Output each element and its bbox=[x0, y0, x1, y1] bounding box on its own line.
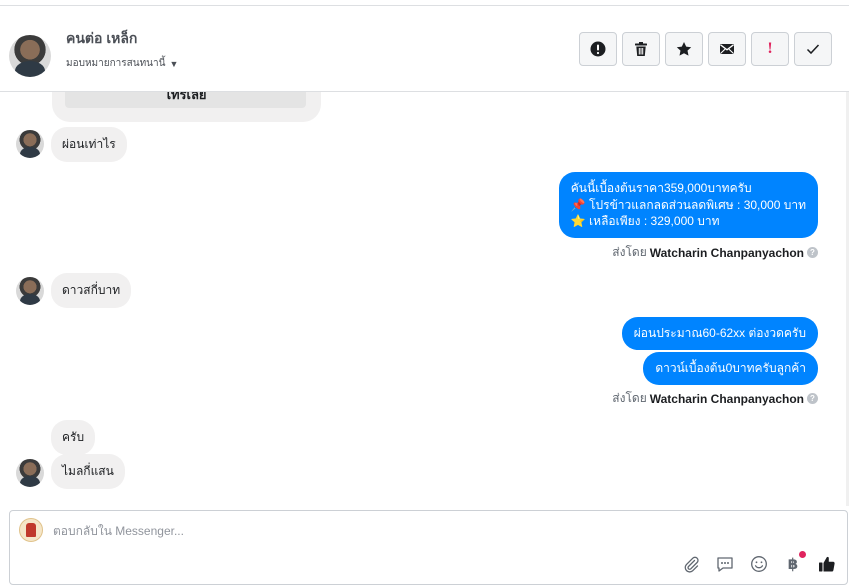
smiley-icon bbox=[751, 556, 767, 572]
follow-up-button[interactable] bbox=[579, 32, 617, 66]
trash-icon bbox=[635, 42, 647, 56]
conversation-header: คนต่อ เหล็ก มอบหมายการสนทนานี้ ▼ ! bbox=[0, 6, 849, 92]
attach-button[interactable] bbox=[681, 554, 701, 574]
contact-avatar-small bbox=[16, 459, 44, 487]
sent-by-prefix: ส่งโดย bbox=[612, 391, 647, 405]
contact-name[interactable]: คนต่อ เหล็ก bbox=[66, 28, 137, 50]
baht-icon: ฿ bbox=[787, 556, 799, 573]
incoming-message: ผ่อนเท่าไร bbox=[51, 127, 127, 162]
thumbs-up-icon bbox=[819, 556, 835, 572]
conversation-toolbar: ! bbox=[579, 32, 832, 66]
help-icon[interactable]: ? bbox=[807, 393, 818, 404]
star-button[interactable] bbox=[665, 32, 703, 66]
sent-by-label: ส่งโดย Watcharin Chanpanyachon ? bbox=[612, 243, 818, 262]
help-icon[interactable]: ? bbox=[807, 247, 818, 258]
like-button[interactable] bbox=[817, 554, 837, 574]
message-composer: ฿ bbox=[9, 510, 848, 585]
message-thread[interactable]: ไทรเลย ผ่อนเท่าไร คันนี้เบื้องต้นราคา359… bbox=[0, 92, 849, 506]
star-icon bbox=[676, 42, 692, 56]
reply-input[interactable] bbox=[53, 524, 673, 538]
sent-by-label: ส่งโดย Watcharin Chanpanyachon ? bbox=[612, 389, 818, 408]
composer-tools: ฿ bbox=[681, 551, 837, 574]
follow-up-icon bbox=[590, 41, 606, 57]
mail-icon bbox=[720, 44, 734, 54]
incoming-message: ไมลกี่แสน bbox=[51, 454, 125, 489]
page-avatar bbox=[19, 518, 43, 542]
incoming-message: ดาวสกี่บาท bbox=[51, 273, 132, 308]
delete-button[interactable] bbox=[622, 32, 660, 66]
contact-avatar-small bbox=[16, 277, 44, 305]
payment-button[interactable]: ฿ bbox=[783, 551, 806, 574]
mark-spam-button[interactable]: ! bbox=[751, 32, 789, 66]
spam-icon: ! bbox=[767, 40, 773, 57]
contact-avatar-small bbox=[16, 130, 44, 158]
mark-unread-button[interactable] bbox=[708, 32, 746, 66]
outgoing-message: คันนี้เบื้องต้นราคา359,000บาทครับ 📌 โปรข… bbox=[558, 172, 818, 238]
chat-bubble-icon bbox=[717, 557, 733, 572]
sender-name[interactable]: Watcharin Chanpanyachon bbox=[650, 392, 804, 406]
incoming-message: ครับ bbox=[51, 420, 96, 455]
outgoing-message: ดาวน์เบื้องต้น0บาทครับลูกค้า bbox=[643, 352, 818, 385]
paperclip-icon bbox=[684, 556, 699, 573]
notification-dot bbox=[799, 551, 806, 558]
message-line: คันนี้เบื้องต้นราคา359,000บาทครับ bbox=[570, 181, 752, 195]
caret-down-icon: ▼ bbox=[169, 58, 179, 69]
sent-by-prefix: ส่งโดย bbox=[612, 245, 647, 259]
message-line: 📌 โปรข้าวแลกลดส่วนลดพิเศษ : 30,000 บาท bbox=[570, 197, 806, 212]
sender-name[interactable]: Watcharin Chanpanyachon bbox=[650, 246, 804, 260]
try-now-button[interactable]: ไทรเลย bbox=[65, 92, 306, 108]
emoji-button[interactable] bbox=[749, 554, 769, 574]
contact-avatar[interactable] bbox=[9, 35, 51, 77]
message-line: ⭐ เหลือเพียง : 329,000 บาท bbox=[570, 214, 720, 228]
saved-replies-button[interactable] bbox=[715, 554, 735, 574]
assign-label: มอบหมายการสนทนานี้ bbox=[66, 58, 166, 69]
template-card: ไทรเลย bbox=[52, 92, 321, 122]
assign-conversation-dropdown[interactable]: มอบหมายการสนทนานี้ ▼ bbox=[66, 56, 178, 71]
mark-done-button[interactable] bbox=[794, 32, 832, 66]
outgoing-message: ผ่อนประมาณ60-62xx ต่องวดครับ bbox=[621, 317, 818, 350]
checkmark-icon bbox=[806, 44, 820, 55]
